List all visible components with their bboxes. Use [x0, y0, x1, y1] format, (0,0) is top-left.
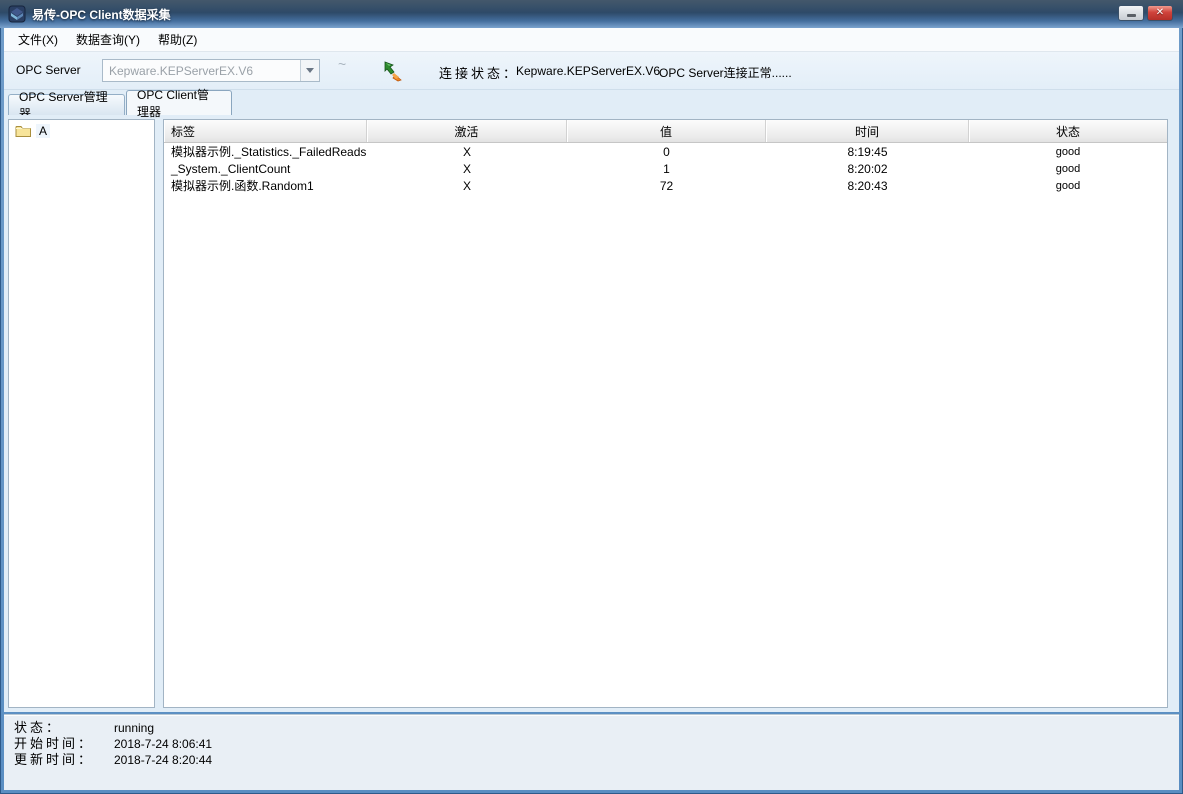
cell-tag: _System._ClientCount — [164, 162, 367, 176]
close-icon: ✕ — [1156, 8, 1164, 18]
status-value: 2018-7-24 8:20:44 — [114, 752, 212, 768]
window-title: 易传-OPC Client数据采集 — [32, 6, 171, 23]
column-header-active[interactable]: 激活 — [367, 120, 567, 142]
window-controls: ✕ — [1118, 5, 1173, 21]
server-combobox[interactable]: Kepware.KEPServerEX.V6 — [102, 59, 320, 82]
cell-time: 8:20:02 — [766, 162, 969, 176]
column-header-tag[interactable]: 标签 — [164, 120, 367, 142]
menu-item-file[interactable]: 文件(X) — [10, 28, 66, 51]
server-combobox-value: Kepware.KEPServerEX.V6 — [103, 64, 300, 78]
table-row[interactable]: 模拟器示例._Statistics._FailedReads X 0 8:19:… — [164, 143, 1167, 160]
connection-status-label: 连接状态： — [439, 63, 519, 82]
folder-icon — [15, 124, 32, 138]
tab-opc-server-manager[interactable]: OPC Server管理器 — [8, 94, 125, 115]
combobox-dropdown-button[interactable] — [300, 60, 319, 81]
column-header-value[interactable]: 值 — [567, 120, 766, 142]
menu-item-help[interactable]: 帮助(Z) — [150, 28, 205, 51]
minimize-icon — [1127, 14, 1136, 17]
status-row-update-time: 更新时间： 2018-7-24 8:20:44 — [14, 752, 1179, 768]
cell-tag: 模拟器示例.函数.Random1 — [164, 177, 367, 194]
cell-status: good — [969, 163, 1167, 175]
cell-value: 72 — [567, 179, 766, 193]
tilde-mark: ~ — [338, 56, 346, 72]
cell-tag: 模拟器示例._Statistics._FailedReads — [164, 143, 367, 160]
menubar: 文件(X) 数据查询(Y) 帮助(Z) — [4, 28, 1179, 52]
refresh-pen-icon[interactable] — [382, 59, 406, 83]
table-row[interactable]: 模拟器示例.函数.Random1 X 72 8:20:43 good — [164, 177, 1167, 194]
chevron-down-icon — [306, 68, 314, 73]
cell-time: 8:20:43 — [766, 179, 969, 193]
status-value: running — [114, 720, 154, 736]
status-row-state: 状态： running — [14, 720, 1179, 736]
cell-active: X — [367, 179, 567, 193]
app-window: 易传-OPC Client数据采集 ✕ 文件(X) 数据查询(Y) 帮助(Z) … — [0, 0, 1183, 794]
status-value: 2018-7-24 8:06:41 — [114, 736, 212, 752]
tab-opc-client-manager[interactable]: OPC Client管理器 — [126, 90, 232, 115]
app-logo-icon — [8, 5, 26, 23]
menu-item-data-query[interactable]: 数据查询(Y) — [68, 28, 148, 51]
tree-item-group-a[interactable]: A — [9, 120, 154, 138]
tree-item-label: A — [36, 124, 50, 138]
titlebar: 易传-OPC Client数据采集 ✕ — [0, 0, 1183, 28]
status-label: 开始时间： — [14, 736, 114, 752]
group-tree-panel: A — [8, 119, 155, 708]
status-bar: 状态： running 开始时间： 2018-7-24 8:06:41 更新时间… — [4, 714, 1179, 790]
column-header-time[interactable]: 时间 — [766, 120, 969, 142]
tab-label: OPC Client管理器 — [137, 86, 221, 120]
toolbar: OPC Server Kepware.KEPServerEX.V6 连接状态： … — [4, 52, 1179, 90]
status-label: 更新时间： — [14, 752, 114, 768]
table-row[interactable]: _System._ClientCount X 1 8:20:02 good — [164, 160, 1167, 177]
tag-table: 标签 激活 值 时间 状态 模拟器示例._Statistics._FailedR… — [163, 119, 1168, 708]
connected-server-name: Kepware.KEPServerEX.V6 — [516, 64, 660, 78]
cell-status: good — [969, 146, 1167, 158]
cell-value: 1 — [567, 162, 766, 176]
cell-active: X — [367, 145, 567, 159]
cell-active: X — [367, 162, 567, 176]
content-area: A 标签 激活 值 时间 状态 模拟器示例._Statistics._Faile… — [4, 115, 1179, 712]
cell-value: 0 — [567, 145, 766, 159]
cell-time: 8:19:45 — [766, 145, 969, 159]
opc-server-label: OPC Server — [16, 63, 81, 77]
table-header: 标签 激活 值 时间 状态 — [164, 120, 1167, 143]
tabstrip: OPC Server管理器 OPC Client管理器 — [4, 90, 1179, 115]
minimize-button[interactable] — [1118, 5, 1144, 21]
cell-status: good — [969, 180, 1167, 192]
status-row-start-time: 开始时间： 2018-7-24 8:06:41 — [14, 736, 1179, 752]
column-header-status[interactable]: 状态 — [969, 120, 1167, 142]
close-button[interactable]: ✕ — [1147, 5, 1173, 21]
status-label: 状态： — [14, 720, 114, 736]
connection-status-text: OPC Server连接正常...... — [659, 64, 792, 81]
